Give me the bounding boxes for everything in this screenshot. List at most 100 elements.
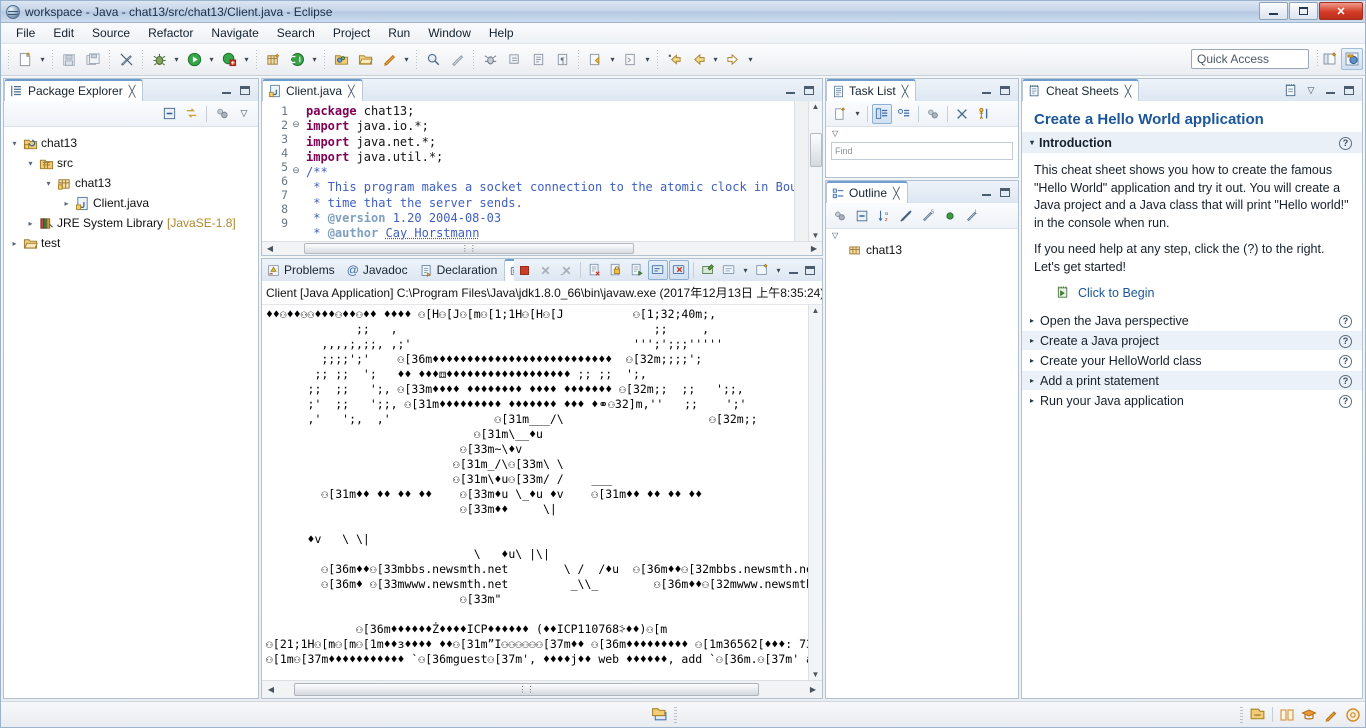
minimize-editor-button[interactable] — [782, 83, 798, 97]
menu-refactor[interactable]: Refactor — [139, 24, 202, 42]
cheat-step-add-print-statement[interactable]: ▸ Add a print statement ? — [1022, 370, 1362, 390]
console-vertical-scrollbar[interactable]: ▲ ▼ — [808, 305, 822, 680]
tree-item-jre-system-library[interactable]: ▸ JRE System Library [JavaSE-1.8] — [4, 213, 258, 233]
hide-local-types-button[interactable]: L — [962, 206, 982, 226]
task-list-body[interactable]: ▽ Find — [826, 127, 1018, 177]
run-external-tools-icon[interactable] — [218, 49, 240, 71]
tab-client-java[interactable]: Client.java ╳ — [262, 79, 363, 101]
new-task-button[interactable] — [830, 104, 850, 124]
scroll-right-icon[interactable]: ▶ — [808, 244, 820, 253]
chevron-right-icon[interactable]: ▸ — [1030, 396, 1034, 405]
pencil-icon[interactable] — [1323, 707, 1339, 723]
chevron-right-icon[interactable]: ▸ — [1030, 356, 1034, 365]
book-icon[interactable] — [1279, 707, 1295, 723]
active-task-button[interactable] — [974, 104, 994, 124]
open-task-icon[interactable] — [354, 49, 376, 71]
tree-item-src[interactable]: ▾ src — [4, 153, 258, 173]
new-java-package-icon[interactable] — [262, 49, 284, 71]
minimize-button[interactable] — [1259, 2, 1288, 20]
categorized-presentation-button[interactable] — [872, 103, 892, 124]
forward-arrow-icon[interactable] — [722, 49, 744, 71]
scrollbar-track[interactable]: ⋮⋮ — [278, 683, 806, 696]
remove-launch-button[interactable] — [535, 260, 555, 280]
menu-navigate[interactable]: Navigate — [202, 24, 267, 42]
focus-active-task-button[interactable] — [212, 104, 232, 124]
cheat-step-create-helloworld-class[interactable]: ▸ Create your HelloWorld class ? — [1022, 350, 1362, 370]
tab-outline[interactable]: Outline ╳ — [826, 181, 908, 203]
new-java-class-icon[interactable] — [286, 49, 308, 71]
cheat-step-create-java-project[interactable]: ▸ Create a Java project ? — [1022, 330, 1362, 350]
editor-horizontal-scrollbar[interactable]: ◀ ⋮⋮ ▶ — [262, 241, 822, 255]
tree-item-chat13-package[interactable]: ▾ chat13 — [4, 173, 258, 193]
menu-source[interactable]: Source — [83, 24, 139, 42]
quick-access-input[interactable]: Quick Access — [1191, 49, 1309, 69]
clear-console-button[interactable] — [585, 260, 605, 280]
tab-problems[interactable]: Problems — [262, 259, 342, 281]
debug-icon[interactable] — [148, 49, 170, 71]
cheat-sheet-intro-section[interactable]: ▾ Introduction ? — [1022, 132, 1362, 153]
scrollbar-thumb[interactable] — [809, 133, 822, 167]
save-all-icon[interactable] — [82, 49, 104, 71]
cheat-sheets-body[interactable]: Create a Hello World application ▾ Intro… — [1022, 101, 1362, 698]
edit-dropdown-icon[interactable]: ▾ — [401, 49, 412, 71]
maximize-editor-button[interactable] — [801, 83, 817, 97]
help-icon[interactable]: ? — [1339, 313, 1352, 328]
scheduled-presentation-button[interactable] — [894, 104, 914, 124]
maximize-view-button[interactable] — [997, 83, 1013, 97]
cheat-step-run-java-application[interactable]: ▸ Run your Java application ? — [1022, 390, 1362, 410]
close-icon[interactable]: ╳ — [893, 187, 900, 200]
open-perspective-icon[interactable] — [1319, 48, 1341, 70]
forward-dropdown-icon[interactable]: ▾ — [745, 49, 756, 71]
minimize-view-button[interactable] — [978, 83, 994, 97]
tree-item-test[interactable]: ▸ test — [4, 233, 258, 253]
help-icon[interactable]: ? — [1339, 393, 1352, 408]
chevron-right-icon[interactable]: ▸ — [1030, 316, 1034, 325]
scroll-down-icon[interactable]: ▼ — [812, 231, 820, 240]
scroll-lock-button[interactable] — [606, 260, 626, 280]
next-annotation-icon[interactable] — [503, 49, 525, 71]
view-menu-button[interactable]: ▽ — [234, 104, 254, 124]
hide-fields-button[interactable] — [896, 206, 916, 226]
display-console-dropdown-icon[interactable]: ▾ — [740, 259, 751, 281]
pin-console-button[interactable] — [698, 260, 718, 280]
twisty-icon[interactable]: ▾ — [24, 159, 37, 168]
menu-help[interactable]: Help — [480, 24, 523, 42]
editor-body[interactable]: 1 2 3 4 5 6 7 8 9 ⊖ ⊖ package chat13; im… — [262, 101, 822, 255]
tab-declaration[interactable]: Declaration — [415, 259, 505, 281]
last-edit-dropdown-icon[interactable]: ▾ — [607, 49, 618, 71]
maximize-button[interactable] — [1289, 2, 1318, 20]
choose-cheat-sheet-button[interactable] — [1282, 83, 1300, 97]
focus-active-task-button[interactable] — [830, 206, 850, 226]
tab-cheat-sheets[interactable]: Cheat Sheets ╳ — [1022, 79, 1140, 101]
tab-console[interactable]: Console ╳ — [504, 259, 514, 281]
minimize-view-button[interactable] — [978, 185, 994, 199]
smart-insert-icon[interactable] — [1249, 706, 1266, 723]
code-area[interactable]: 1 2 3 4 5 6 7 8 9 ⊖ ⊖ package chat13; im… — [262, 101, 822, 241]
synchronize-changed-button[interactable] — [952, 104, 972, 124]
help-icon[interactable]: ? — [1339, 353, 1352, 368]
run-dropdown-icon[interactable]: ▾ — [206, 49, 217, 71]
menu-window[interactable]: Window — [419, 24, 480, 42]
back-arrow-icon[interactable] — [687, 49, 709, 71]
chevron-right-icon[interactable]: ▸ — [1030, 336, 1034, 345]
save-icon[interactable] — [58, 49, 80, 71]
maximize-view-button[interactable] — [997, 185, 1013, 199]
scrollbar-thumb[interactable]: ⋮⋮ — [304, 243, 634, 254]
minimize-view-button[interactable] — [1322, 83, 1338, 97]
source-code[interactable]: package chat13; import java.io.*; import j… — [302, 101, 794, 241]
close-button[interactable]: ✕ — [1319, 2, 1363, 20]
menu-project[interactable]: Project — [324, 24, 379, 42]
maximize-console-button[interactable] — [802, 263, 818, 277]
tab-task-list[interactable]: Task List ╳ — [826, 79, 917, 101]
help-icon[interactable]: ? — [1339, 135, 1352, 150]
back-dropdown-icon[interactable]: ▾ — [710, 49, 721, 71]
task-list-view-menu[interactable]: ▽ — [826, 127, 1018, 140]
new-wizard-icon[interactable] — [14, 49, 36, 71]
chevron-right-icon[interactable]: ▸ — [1030, 376, 1034, 385]
sort-button[interactable]: az — [874, 206, 894, 226]
display-selected-console-button[interactable] — [719, 260, 739, 280]
previous-annotation-icon[interactable] — [527, 49, 549, 71]
debug-dropdown-icon[interactable]: ▾ — [171, 49, 182, 71]
remove-all-terminated-button[interactable] — [556, 260, 576, 280]
collapse-all-button[interactable] — [159, 104, 179, 124]
